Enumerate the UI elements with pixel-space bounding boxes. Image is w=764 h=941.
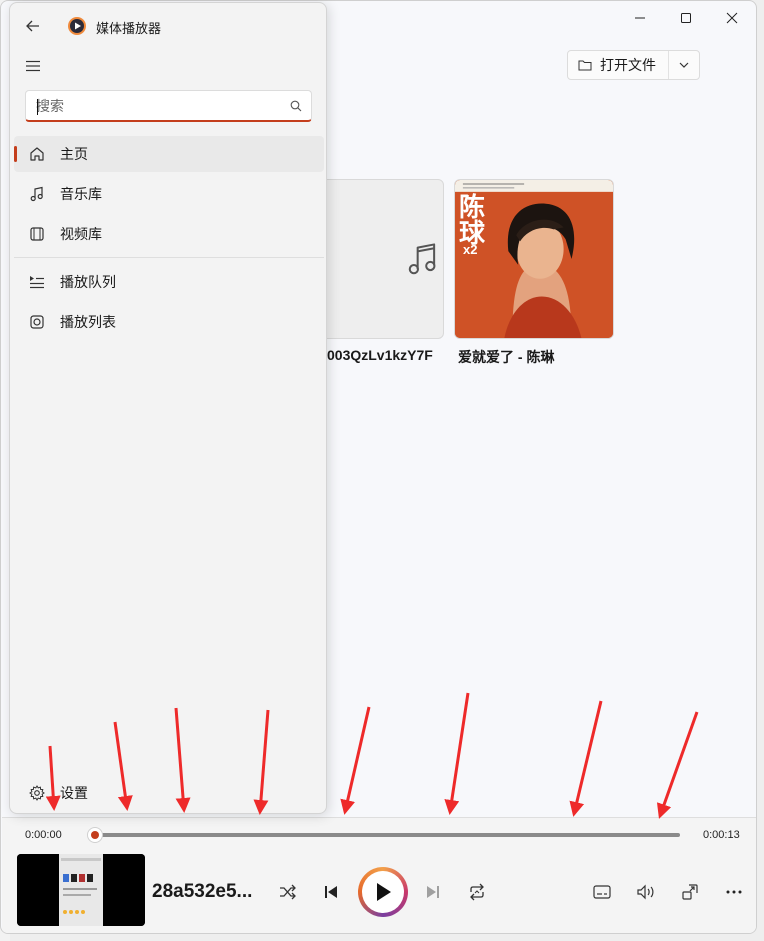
current-time: 0:00:00 [25,829,62,841]
close-button[interactable] [709,5,755,31]
nav-label: 播放队列 [60,274,116,290]
album-cover-badge: x2 [463,242,478,257]
open-file-button[interactable]: 打开文件 [568,51,668,79]
search-icon [290,100,302,111]
app-logo [68,17,86,35]
repeat-icon [470,883,484,901]
mini-player-button[interactable] [674,876,706,908]
search-box [25,90,312,122]
media-title: 003QzLv1kzY7F [327,347,433,363]
previous-button[interactable] [315,876,347,908]
hamburger-icon [26,60,40,72]
music-note-icon [408,243,436,275]
more-icon [726,890,742,894]
play-icon [377,883,391,901]
subtitles-icon [593,885,611,899]
nav-label: 音乐库 [60,186,102,202]
minimize-icon [635,17,645,19]
playlist-icon [30,315,44,329]
nav-label: 设置 [60,785,88,801]
open-file-split-button: 打开文件 [567,50,700,80]
seek-thumb[interactable] [87,827,103,843]
total-time: 0:00:13 [703,829,740,841]
volume-button[interactable] [630,876,662,908]
seek-bar[interactable] [96,833,680,837]
music-note-icon [30,186,43,202]
selection-indicator [14,146,17,162]
menu-button[interactable] [22,55,44,77]
film-icon [30,227,44,241]
navigation-pane: 媒体播放器 主页 音乐库 [9,2,327,814]
subtitles-button[interactable] [586,876,618,908]
shuffle-button[interactable] [272,876,304,908]
text-cursor [37,99,38,115]
media-title: 爱就爱了 - 陈琳 [458,349,555,365]
search-input[interactable] [26,97,281,114]
folder-icon [578,60,592,71]
play-button[interactable] [358,867,408,917]
nav-label: 视频库 [60,226,102,242]
more-options-button[interactable] [718,876,750,908]
now-playing-thumbnail[interactable] [17,854,145,926]
home-icon [30,147,44,161]
nav-item-home[interactable]: 主页 [14,136,324,172]
app-title: 媒体播放器 [96,21,162,36]
maximize-button[interactable] [663,5,709,31]
volume-icon [637,884,654,900]
open-file-dropdown-button[interactable] [669,51,699,79]
arrow-back-icon [26,20,39,32]
repeat-button[interactable] [461,876,493,908]
shuffle-icon [280,884,296,900]
player-bar: 0:00:00 0:00:13 28a532e5... [2,817,756,933]
queue-icon [30,276,44,289]
nav-label: 播放列表 [60,314,116,330]
album-cover-image: 陈 球 x2 [454,179,614,339]
next-button[interactable] [417,876,449,908]
open-file-label: 打开文件 [600,57,656,73]
gear-icon [29,785,45,801]
video-thumbnail-image [17,854,145,926]
nav-item-video-library[interactable]: 视频库 [14,216,324,252]
skip-next-icon [427,886,439,898]
now-playing-title: 28a532e5... [152,881,253,902]
nav-divider [14,257,324,258]
maximize-icon [681,13,691,23]
album-cover-text: 陈 [459,192,486,222]
close-icon [726,12,738,24]
chevron-down-icon [679,62,689,68]
nav-item-playlists[interactable]: 播放列表 [14,304,324,340]
media-card[interactable]: 陈 球 x2 爱就爱了 - 陈琳 [454,179,614,367]
skip-previous-icon [325,886,337,898]
mini-player-icon [682,884,698,900]
minimize-button[interactable] [617,5,663,31]
nav-item-music-library[interactable]: 音乐库 [14,176,324,212]
nav-label: 主页 [60,146,88,162]
search-button[interactable] [281,100,311,112]
nav-item-play-queue[interactable]: 播放队列 [14,264,324,300]
back-button[interactable] [22,15,44,37]
nav-item-settings[interactable]: 设置 [14,775,324,811]
